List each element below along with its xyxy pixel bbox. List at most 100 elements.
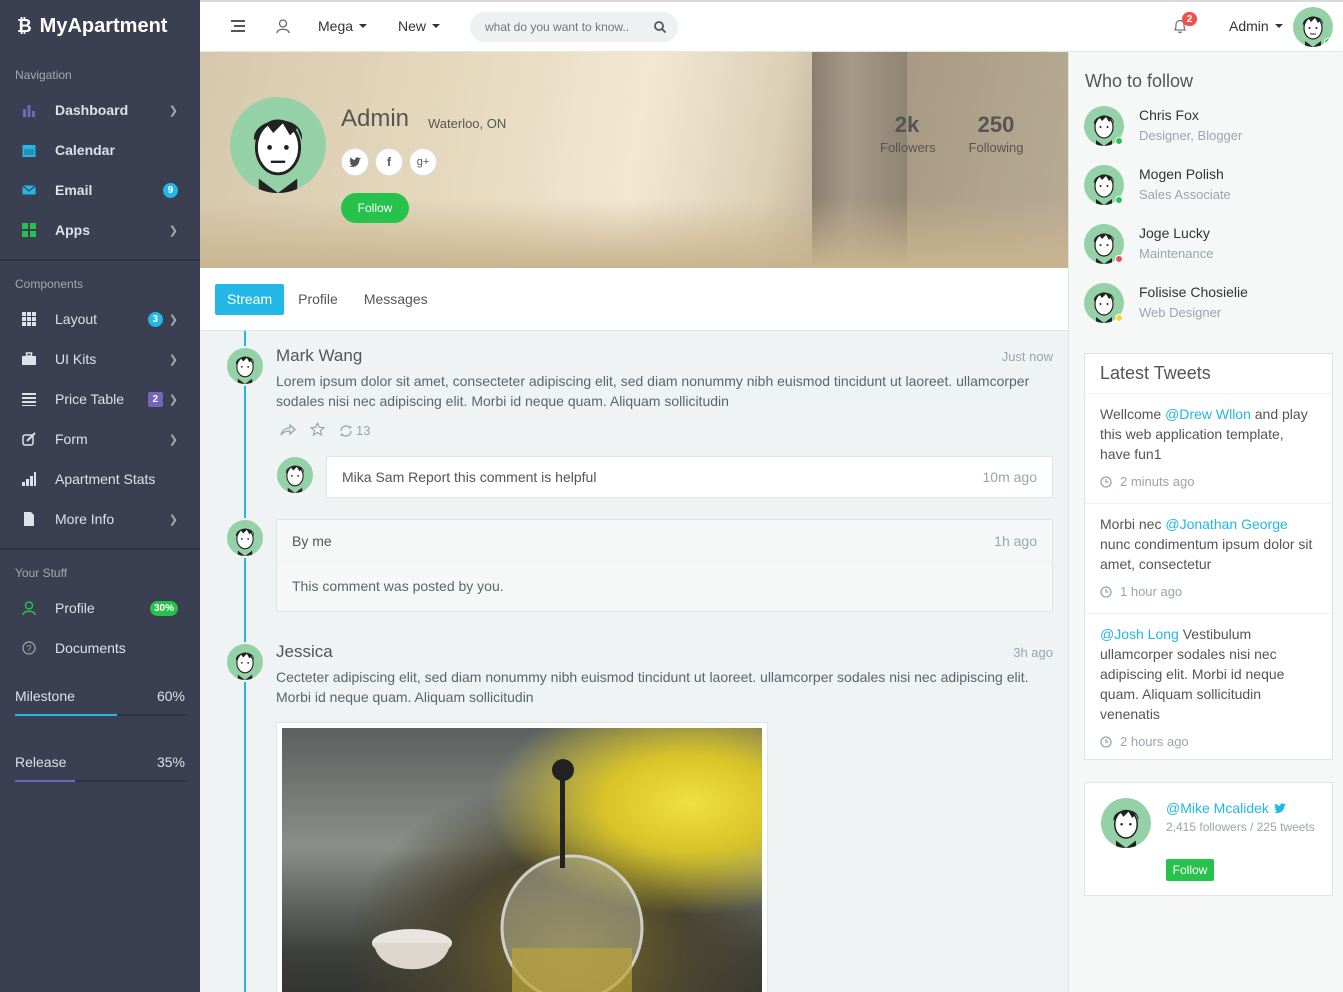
tweet-mention-link[interactable]: @Drew Wllon [1165,406,1251,422]
post-body: Cecteter adipiscing elit, sed diam nonum… [276,669,1029,705]
user-avatar[interactable] [1293,7,1333,47]
layout-icon [22,312,36,326]
reply-author[interactable]: Mika Sam [342,469,404,485]
my-comment-time: 1h ago [994,532,1037,549]
person-role: Designer, Blogger [1139,128,1243,143]
twitter-icon[interactable] [341,148,369,176]
twitter-handle[interactable]: @Mike Mcalidek [1166,800,1286,816]
sidebar-item-price-table[interactable]: Price Table 2 ❯ [0,379,200,419]
milestone-bar-fill [15,714,117,716]
layout-count-badge: 3 [147,311,163,327]
release-bar [15,780,185,782]
avatar[interactable] [1101,798,1151,848]
sidebar-item-label: Calendar [55,142,115,158]
svg-text:?: ? [26,644,31,654]
milestone-value: 60% [156,688,185,704]
sidebar-item-calendar[interactable]: Calendar [0,130,200,170]
twitter-follow-button[interactable]: Follow [1166,859,1214,881]
tab-messages[interactable]: Messages [352,284,440,315]
menu-toggle-icon[interactable] [230,18,246,34]
sidebar-item-more-info[interactable]: More Info ❯ [0,499,200,539]
profile-cover: Admin Waterloo, ON f g+ Follow 2k Follow… [200,52,1068,268]
teapot-photo[interactable] [282,728,762,992]
followers-count: 2k [894,112,920,137]
tweet-mention-link[interactable]: @Josh Long [1100,626,1179,642]
caret-down-icon [432,24,441,28]
user-icon[interactable] [275,18,291,34]
retweet-button[interactable]: 13 [339,423,384,438]
sidebar-item-email[interactable]: Email 9 [0,170,200,210]
follow-suggestion[interactable]: Joge Lucky Maintenance [1084,224,1213,264]
sidebar-item-dashboard[interactable]: Dashboard ❯ [0,90,200,130]
post-author[interactable]: Mark Wang [276,346,362,366]
sidebar-item-documents[interactable]: ? Documents [0,628,200,668]
post-time: Just now [1001,349,1053,364]
user-menu-label: Admin [1229,18,1269,34]
sidebar-item-apps[interactable]: Apps ❯ [0,210,200,250]
tweet-mention-link[interactable]: @Jonathan George [1165,516,1287,532]
bitcoin-icon: ₿ [17,15,32,36]
brand[interactable]: ₿ MyApartment [0,0,200,52]
clock-icon [1100,586,1112,598]
sidebar-item-label: Dashboard [55,102,129,118]
section-your-stuff: Your Stuff [15,566,68,580]
sidebar-item-ui-kits[interactable]: UI Kits ❯ [0,339,200,379]
mega-menu-label: Mega [318,18,354,34]
chevron-right-icon: ❯ [168,513,178,526]
section-navigation: Navigation [15,68,72,82]
followers-stat: 2k Followers [880,112,936,155]
sidebar-item-form[interactable]: Form ❯ [0,419,200,459]
search-input[interactable] [485,20,645,34]
status-dot [1115,196,1123,204]
tab-stream[interactable]: Stream [215,283,285,315]
release-bar-fill [15,780,75,782]
follow-suggestion[interactable]: Folisise Chosielie Web Designer [1084,283,1248,323]
online-status-dot [1324,38,1332,46]
mega-menu-dropdown[interactable]: Mega [318,18,368,34]
email-count-badge: 9 [163,182,178,198]
share-icon[interactable] [280,423,296,439]
sidebar-item-profile[interactable]: Profile 30% [0,588,200,628]
avatar[interactable] [275,455,315,495]
post-actions: 13 [280,421,398,439]
avatar[interactable] [225,346,265,386]
avatar[interactable] [225,642,265,682]
follow-button[interactable]: Follow [341,193,409,223]
tab-profile[interactable]: Profile [286,284,350,315]
retweet-count: 13 [356,423,371,438]
star-icon[interactable] [309,421,326,439]
my-comment-header: By me 1h ago [277,520,1052,562]
chevron-right-icon: ❯ [168,224,178,237]
post-author[interactable]: Jessica [276,642,333,662]
tweet-time: 2 minuts ago [1120,474,1195,489]
sidebar-item-layout[interactable]: Layout 3 ❯ [0,299,200,339]
google-plus-icon[interactable]: g+ [409,148,437,176]
reply-text: Report this comment is helpful [404,469,597,485]
my-comment-by: By me [292,532,332,549]
sidebar-item-label: UI Kits [55,351,97,367]
envelope-icon [22,183,36,197]
new-label: New [398,18,427,34]
facebook-icon[interactable]: f [375,148,403,176]
profile-avatar [230,97,326,193]
follow-suggestion[interactable]: Chris Fox Designer, Blogger [1084,106,1242,146]
follow-suggestion[interactable]: Mogen Polish Sales Associate [1084,165,1231,205]
user-menu-dropdown[interactable]: Admin [1229,18,1283,34]
chevron-right-icon: ❯ [168,353,178,366]
my-comment-text: This comment was posted by you. [292,578,504,594]
new-dropdown[interactable]: New [398,18,441,34]
search-icon[interactable] [654,21,666,33]
milestone-progress: Milestone 60% [0,688,200,716]
sidebar-item-label: Profile [55,600,95,616]
avatar[interactable] [225,518,265,558]
clock-icon [1100,476,1112,488]
profile-tabs: Stream Profile Messages [200,268,1068,331]
avatar [1084,283,1124,323]
edit-icon [22,432,36,446]
sidebar-item-label: Apartment Stats [55,471,156,487]
sidebar-item-apartment-stats[interactable]: Apartment Stats [0,459,200,499]
status-dot [1115,314,1123,322]
sidebar-item-label: Documents [55,640,126,656]
price-table-count-badge: 2 [147,391,163,407]
notifications-bell[interactable]: 2 [1173,12,1197,34]
